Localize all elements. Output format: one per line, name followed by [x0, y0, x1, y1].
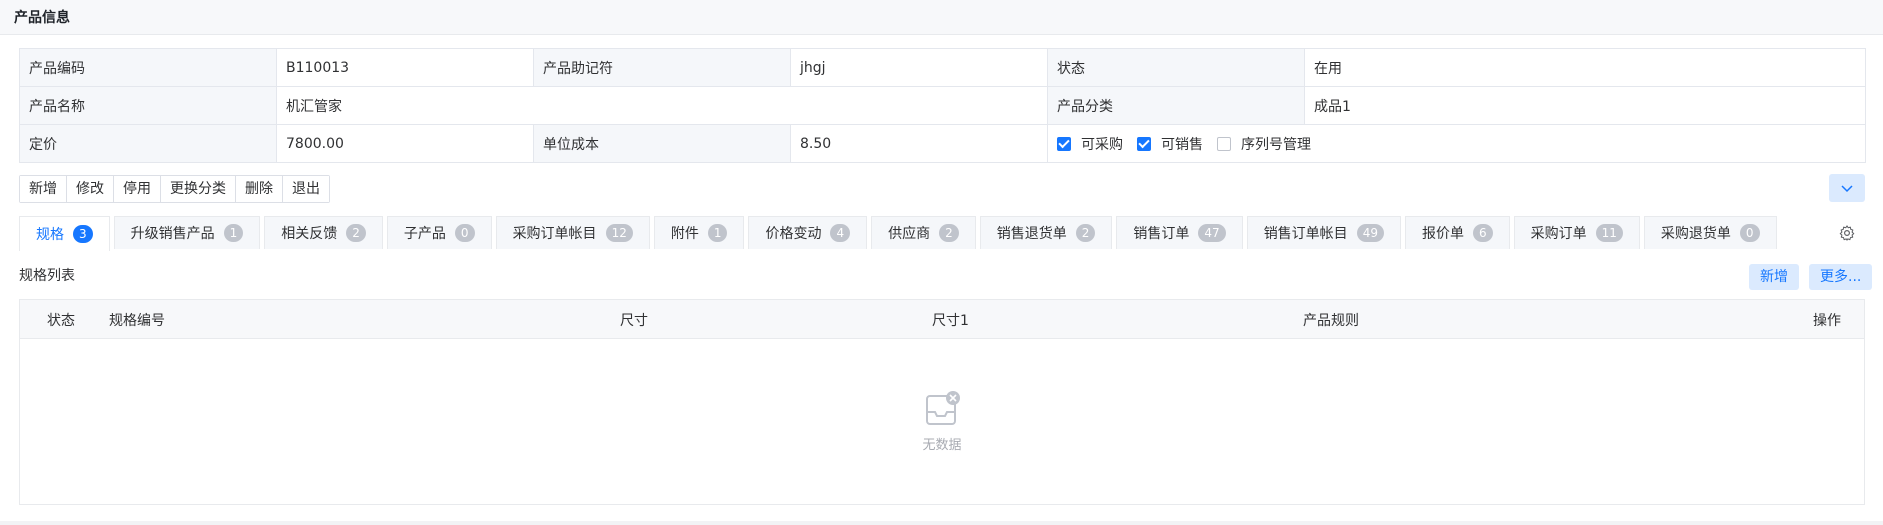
info-row: 产品名称 机汇管家 产品分类 成品1: [19, 86, 1866, 125]
info-row: 产品编码 B110013 产品助记符 jhgj 状态 在用: [19, 48, 1866, 87]
product-mnemonic-value: jhgj: [790, 48, 1048, 87]
tab-label: 销售订单帐目: [1263, 226, 1348, 242]
checkbox-box[interactable]: [1217, 136, 1231, 151]
add-spec-button[interactable]: 新增: [1749, 264, 1799, 290]
price-label: 定价: [19, 124, 277, 163]
tab-count-badge: 0: [1739, 224, 1760, 242]
product-category-label: 产品分类: [1047, 86, 1305, 125]
checkbox-box[interactable]: [1057, 136, 1071, 151]
checkbox-label: 可采购: [1081, 136, 1123, 153]
product-code-label: 产品编码: [19, 48, 277, 87]
checkbox-box[interactable]: [1137, 136, 1151, 151]
new-button[interactable]: 新增: [20, 176, 67, 202]
flag-checkboxes: 可采购 可销售 序列号管理: [1057, 134, 1856, 154]
info-row: 定价 7800.00 单位成本 8.50 可采购 可销售 序列号管理: [19, 124, 1866, 163]
column-header-product-rule[interactable]: 产品规则: [1303, 310, 1359, 330]
tab-upsell-products[interactable]: 升级销售产品 1: [113, 216, 261, 249]
exit-button[interactable]: 退出: [283, 176, 329, 202]
tab-suppliers[interactable]: 供应商 2: [871, 216, 976, 249]
tab-label: 采购订单: [1530, 226, 1587, 242]
status-value: 在用: [1304, 48, 1866, 87]
product-category-value: 成品1: [1304, 86, 1866, 125]
edit-button[interactable]: 修改: [67, 176, 114, 202]
product-mnemonic-label: 产品助记符: [533, 48, 791, 87]
page-title: 产品信息: [14, 10, 70, 26]
tab-label: 采购订单帐目: [512, 226, 597, 242]
status-label: 状态: [1047, 48, 1305, 87]
unit-cost-value: 8.50: [790, 124, 1048, 163]
action-toolbar: 新增 修改 停用 更换分类 删除 退出: [19, 175, 330, 203]
tab-count-badge: 2: [1075, 224, 1096, 242]
tab-label: 规格: [36, 227, 64, 243]
delete-button[interactable]: 删除: [236, 176, 283, 202]
tab-label: 采购退货单: [1660, 226, 1731, 242]
tab-count-badge: 4: [830, 224, 851, 242]
tab-label: 子产品: [403, 226, 446, 242]
tab-label: 销售退货单: [996, 226, 1067, 242]
product-name-value: 机汇管家: [276, 86, 1048, 125]
column-header-actions[interactable]: 操作: [1813, 310, 1841, 330]
empty-inbox-icon: [926, 391, 960, 425]
tab-count-badge: 12: [605, 224, 633, 242]
empty-text: 无数据: [922, 438, 962, 453]
spec-table-header: 状态 规格编号 尺寸 尺寸1 产品规则 操作: [20, 300, 1864, 339]
tab-label: 附件: [670, 226, 699, 242]
serial-number-checkbox[interactable]: 序列号管理: [1217, 134, 1311, 154]
tab-label: 销售订单: [1133, 226, 1190, 242]
tab-count-badge: 1: [223, 224, 244, 242]
tab-count-badge: 2: [346, 224, 366, 242]
empty-state: 无数据: [20, 390, 1864, 453]
tab-count-badge: 47: [1198, 224, 1226, 242]
tab-sales-orders[interactable]: 销售订单 47: [1116, 216, 1243, 249]
tab-purchase-returns[interactable]: 采购退货单 0: [1643, 216, 1777, 249]
column-header-spec-code[interactable]: 规格编号: [109, 310, 165, 330]
checkbox-label: 序列号管理: [1241, 136, 1311, 153]
tab-count-badge: 49: [1356, 224, 1384, 242]
tab-related-feedback[interactable]: 相关反馈 2: [264, 216, 383, 249]
tab-label: 报价单: [1421, 226, 1464, 242]
tab-count-badge: 11: [1595, 224, 1623, 242]
chevron-down-icon: [1841, 185, 1853, 193]
tab-label: 相关反馈: [281, 226, 338, 242]
tab-label: 价格变动: [765, 226, 822, 242]
tab-specs[interactable]: 规格 3: [19, 216, 110, 251]
product-code-value: B110013: [276, 48, 534, 87]
product-info-table: 产品编码 B110013 产品助记符 jhgj 状态 在用 产品名称 机汇管家 …: [19, 48, 1866, 163]
spec-list-title: 规格列表: [19, 268, 75, 284]
column-header-status[interactable]: 状态: [47, 310, 75, 330]
tab-price-changes[interactable]: 价格变动 4: [748, 216, 868, 249]
tab-purchase-order-items[interactable]: 采购订单帐目 12: [495, 216, 650, 249]
tab-attachments[interactable]: 附件 1: [653, 216, 745, 249]
product-name-label: 产品名称: [19, 86, 277, 125]
checkbox-label: 可销售: [1161, 136, 1203, 153]
tab-sales-returns[interactable]: 销售退货单 2: [979, 216, 1113, 249]
spec-table: 状态 规格编号 尺寸 尺寸1 产品规则 操作 无数据: [19, 299, 1865, 505]
page-header: 产品信息: [0, 0, 1883, 35]
product-detail-page: 产品信息 产品编码 B110013 产品助记符 jhgj 状态 在用 产品名称 …: [0, 0, 1883, 521]
column-header-size1[interactable]: 尺寸1: [932, 310, 969, 330]
unit-cost-label: 单位成本: [533, 124, 791, 163]
column-header-size[interactable]: 尺寸: [620, 310, 648, 330]
purchasable-checkbox[interactable]: 可采购: [1057, 134, 1123, 154]
collapse-button[interactable]: [1829, 174, 1865, 202]
tab-sub-products[interactable]: 子产品 0: [386, 216, 492, 249]
flags-cell: 可采购 可销售 序列号管理: [1047, 124, 1866, 163]
tab-count-badge: 1: [707, 224, 728, 242]
price-value: 7800.00: [276, 124, 534, 163]
more-button[interactable]: 更多...: [1809, 264, 1873, 290]
tab-sales-order-items[interactable]: 销售订单帐目 49: [1246, 216, 1401, 249]
tab-purchase-orders[interactable]: 采购订单 11: [1513, 216, 1640, 249]
tab-count-badge: 0: [454, 224, 475, 242]
change-category-button[interactable]: 更换分类: [161, 176, 236, 202]
disable-button[interactable]: 停用: [114, 176, 161, 202]
sellable-checkbox[interactable]: 可销售: [1137, 134, 1203, 154]
tab-label: 供应商: [888, 226, 931, 242]
tab-count-badge: 3: [73, 225, 93, 243]
tab-count-badge: 6: [1472, 224, 1493, 242]
gear-icon[interactable]: [1838, 224, 1856, 242]
tab-label: 升级销售产品: [130, 226, 215, 242]
tab-quotes[interactable]: 报价单 6: [1404, 216, 1510, 249]
detail-tabs: 规格 3 升级销售产品 1 相关反馈 2 子产品 0 采购订单帐目 12 附件 …: [19, 216, 1781, 251]
tab-count-badge: 2: [939, 224, 959, 242]
